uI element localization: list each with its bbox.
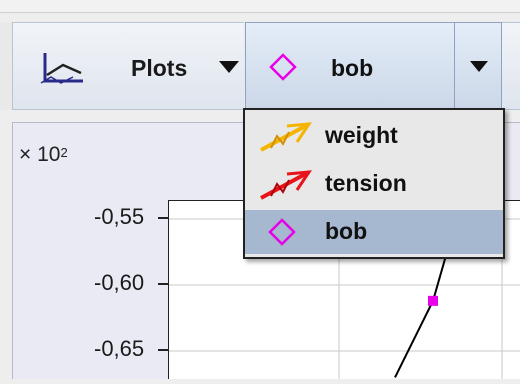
- dropdown-item-tension[interactable]: tension: [245, 162, 503, 206]
- dropdown-item-label: bob: [325, 218, 368, 244]
- dropdown-item-weight[interactable]: weight: [245, 114, 503, 158]
- y-tick-mark: [158, 283, 168, 285]
- dropdown-item-label: tension: [325, 170, 407, 196]
- tension-force-icon: [260, 170, 312, 200]
- y-tick-label: -0,60: [94, 270, 145, 295]
- y-axis-scale-label: × 102: [19, 143, 68, 166]
- plots-menu-group[interactable]: Plots: [12, 22, 244, 110]
- plot-selector-value: bob: [331, 55, 374, 81]
- plot-selector-combobox[interactable]: bob: [245, 22, 455, 110]
- y-tick-mark: [158, 217, 168, 219]
- data-point-marker: [428, 295, 438, 306]
- caret-down-icon[interactable]: [218, 60, 240, 74]
- plot-selector-popup: weight tension bob: [243, 108, 505, 259]
- dropdown-item-label: weight: [325, 122, 398, 148]
- y-tick-mark: [158, 349, 168, 351]
- y-axis-scale-exponent: 2: [60, 145, 68, 160]
- plots-menu-label[interactable]: Plots: [131, 55, 187, 82]
- plot-toolbar: Plots bob: [0, 22, 520, 110]
- y-tick-label: -0,65: [94, 336, 145, 361]
- window-top-strip: [0, 0, 520, 13]
- diamond-icon: [269, 53, 297, 81]
- y-tick-label: -0,55: [94, 204, 145, 229]
- axes-icon: [40, 53, 83, 84]
- weight-force-icon: [260, 122, 312, 152]
- plot-selector-dropdown-button[interactable]: [455, 22, 502, 110]
- dropdown-item-bob[interactable]: bob: [245, 210, 503, 254]
- caret-down-icon: [470, 61, 488, 72]
- toolbar-overflow: [502, 22, 520, 110]
- diamond-icon: [268, 218, 296, 246]
